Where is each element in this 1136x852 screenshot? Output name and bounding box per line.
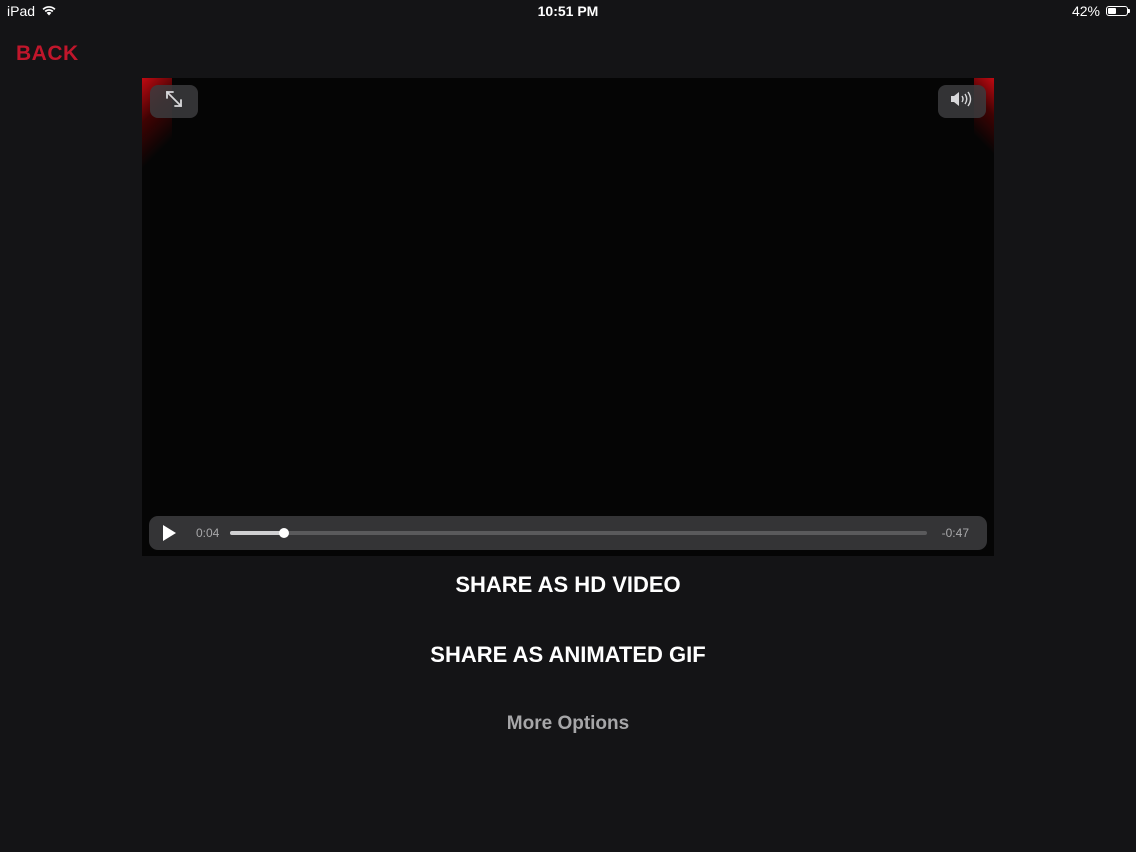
video-player[interactable]: 0:04 -0:47 xyxy=(142,78,994,556)
scrubber-knob[interactable] xyxy=(279,528,290,538)
progress-fill xyxy=(230,531,285,535)
play-icon xyxy=(161,525,177,546)
speaker-volume-icon xyxy=(949,91,975,112)
status-time: 10:51 PM xyxy=(537,3,599,19)
remaining-time: -0:47 xyxy=(941,526,969,540)
fullscreen-button[interactable] xyxy=(150,85,198,118)
volume-button[interactable] xyxy=(938,85,986,118)
playback-control-bar: 0:04 -0:47 xyxy=(149,516,987,550)
share-animated-gif-button[interactable]: SHARE AS ANIMATED GIF xyxy=(0,642,1136,668)
progress-scrubber[interactable] xyxy=(230,528,927,538)
play-button[interactable] xyxy=(161,524,181,542)
battery-icon xyxy=(1106,6,1130,16)
battery-level xyxy=(1108,8,1116,14)
status-right: 42% xyxy=(1071,3,1130,19)
expand-arrows-icon xyxy=(164,89,184,114)
battery-percent: 42% xyxy=(1071,3,1100,19)
share-hd-video-button[interactable]: SHARE AS HD VIDEO xyxy=(0,572,1136,598)
status-bar: iPad 10:51 PM 42% xyxy=(0,0,1136,24)
back-button[interactable]: BACK xyxy=(16,42,79,66)
more-options-button[interactable]: More Options xyxy=(0,713,1136,735)
current-time: 0:04 xyxy=(196,526,220,540)
